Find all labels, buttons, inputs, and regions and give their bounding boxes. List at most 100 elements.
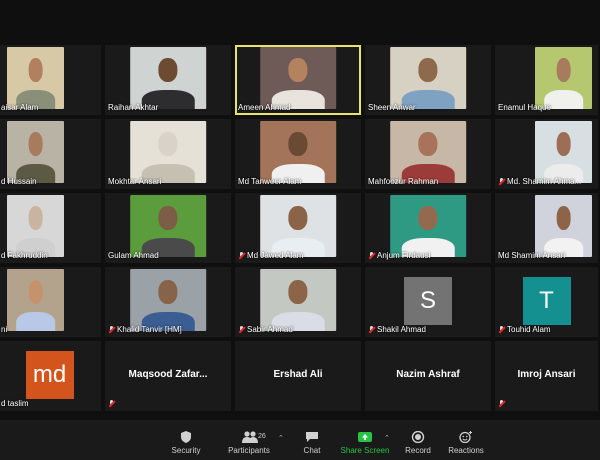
participant-tile[interactable]: Ershad Ali bbox=[235, 341, 361, 411]
participant-name-label: d Hussain bbox=[1, 177, 37, 186]
participant-name-label: Khalid Tanvir [HM] bbox=[108, 325, 182, 334]
participant-head bbox=[158, 280, 178, 304]
participant-video bbox=[390, 121, 466, 183]
participant-name: d Hussain bbox=[1, 177, 37, 186]
participant-name-label: ni bbox=[1, 325, 7, 334]
participant-name: Sabir Ahmad bbox=[247, 325, 293, 334]
participant-tile[interactable]: Gulam Ahmad bbox=[105, 193, 231, 263]
participant-name-label: Mahfoozur Rahman bbox=[368, 177, 438, 186]
participant-name: Touhid Alam bbox=[507, 325, 551, 334]
participant-name-label: Md. Shamim Ahma... bbox=[498, 177, 581, 186]
participant-tile[interactable]: Maqsood Zafar... bbox=[105, 341, 231, 411]
participant-video bbox=[7, 195, 64, 257]
participant-name: Enamul Haque bbox=[498, 103, 551, 112]
participant-name: Md Jawed Alam bbox=[247, 251, 304, 260]
participant-video bbox=[535, 47, 592, 109]
participant-tile[interactable]: Enamul Haque bbox=[495, 45, 598, 115]
participant-tile[interactable]: d Fakhruddin bbox=[0, 193, 101, 263]
participant-name: aisar Alam bbox=[1, 103, 39, 112]
participant-tile[interactable]: d Hussain bbox=[0, 119, 101, 189]
participant-tile[interactable]: Khalid Tanvir [HM] bbox=[105, 267, 231, 337]
participant-head bbox=[288, 132, 308, 156]
reactions-label: Reactions bbox=[448, 446, 484, 455]
microphone-muted-icon bbox=[238, 251, 245, 260]
participant-tile[interactable]: Md Shamim Ansari bbox=[495, 193, 598, 263]
participant-avatar: md bbox=[25, 351, 74, 399]
participant-name-label: Sabir Ahmad bbox=[238, 325, 293, 334]
participant-name-label bbox=[108, 400, 115, 408]
participant-tile[interactable]: ni bbox=[0, 267, 101, 337]
participant-tile[interactable]: Sheen Anwar bbox=[365, 45, 491, 115]
participant-video bbox=[390, 47, 466, 109]
participant-name: d Fakhruddin bbox=[1, 251, 48, 260]
security-button[interactable]: Security bbox=[151, 431, 221, 455]
participant-head bbox=[158, 58, 178, 82]
microphone-muted-icon bbox=[368, 251, 375, 260]
video-gallery: aisar Alam Raihan Akhtar Ameen Ahmad Sheen … bbox=[0, 45, 598, 415]
participant-name-label: Shakil Ahmad bbox=[368, 325, 426, 334]
participant-tile[interactable]: Nazim Ashraf bbox=[365, 341, 491, 411]
participant-center-name: Imroj Ansari bbox=[517, 369, 576, 380]
participant-name-label: Raihan Akhtar bbox=[108, 103, 158, 112]
participant-tile[interactable]: Mahfoozur Rahman bbox=[365, 119, 491, 189]
participant-video bbox=[535, 195, 592, 257]
participant-tile[interactable]: md d taslim bbox=[0, 341, 101, 411]
reactions-icon bbox=[459, 431, 473, 444]
participant-video bbox=[130, 269, 206, 331]
participants-label: Participants bbox=[228, 446, 270, 455]
participant-name: Md Shamim Ansari bbox=[498, 251, 566, 260]
microphone-muted-icon bbox=[498, 400, 505, 408]
record-icon bbox=[411, 430, 425, 444]
participant-center-name: Ershad Ali bbox=[273, 369, 323, 380]
participant-video bbox=[535, 121, 592, 183]
participant-name: Khalid Tanvir [HM] bbox=[117, 325, 182, 334]
participant-name-label: Anjum Firdausi bbox=[368, 251, 430, 260]
participant-tile[interactable]: Mokhtar Ansari bbox=[105, 119, 231, 189]
participant-head bbox=[418, 132, 438, 156]
reactions-button[interactable]: Reactions bbox=[431, 431, 501, 455]
participant-video bbox=[7, 269, 64, 331]
participant-tile[interactable]: T Touhid Alam bbox=[495, 267, 598, 337]
microphone-muted-icon bbox=[498, 177, 505, 186]
participant-name: Sheen Anwar bbox=[368, 103, 416, 112]
participants-icon bbox=[242, 431, 258, 443]
participant-name-label bbox=[498, 400, 505, 408]
participant-center-name: Maqsood Zafar... bbox=[128, 369, 208, 380]
participant-tile[interactable]: Md Jawed Alam bbox=[235, 193, 361, 263]
participant-tile[interactable]: Anjum Firdausi bbox=[365, 193, 491, 263]
microphone-muted-icon bbox=[368, 325, 375, 334]
participant-head bbox=[556, 206, 572, 230]
participant-tile[interactable]: Ameen Ahmad bbox=[235, 45, 361, 115]
participant-head bbox=[28, 206, 43, 230]
participant-video bbox=[130, 47, 206, 109]
participant-tile[interactable]: Sabir Ahmad bbox=[235, 267, 361, 337]
participant-name: Ameen Ahmad bbox=[238, 103, 291, 112]
participant-tile[interactable]: aisar Alam bbox=[0, 45, 101, 115]
participants-button[interactable]: Participants bbox=[214, 431, 284, 455]
participant-head bbox=[288, 280, 308, 304]
participant-name-label: Md Tanweer Alam bbox=[238, 177, 301, 186]
participant-head bbox=[28, 58, 43, 82]
participant-tile[interactable]: Md Tanweer Alam bbox=[235, 119, 361, 189]
microphone-muted-icon bbox=[108, 325, 115, 334]
participant-name-label: Gulam Ahmad bbox=[108, 251, 159, 260]
participant-video bbox=[7, 121, 64, 183]
participant-name-label: Md Jawed Alam bbox=[238, 251, 303, 260]
participant-tile[interactable]: S Shakil Ahmad bbox=[365, 267, 491, 337]
participant-tile[interactable]: Raihan Akhtar bbox=[105, 45, 231, 115]
participant-name-label: Mokhtar Ansari bbox=[108, 177, 161, 186]
participant-video bbox=[260, 121, 336, 183]
participant-name-label: Sheen Anwar bbox=[368, 103, 416, 112]
participant-video bbox=[130, 195, 206, 257]
participant-name: Mahfoozur Rahman bbox=[368, 177, 439, 186]
participant-name-label: Ameen Ahmad bbox=[238, 103, 290, 112]
participant-tile[interactable]: Md. Shamim Ahma... bbox=[495, 119, 598, 189]
participant-tile[interactable]: Imroj Ansari bbox=[495, 341, 598, 411]
participant-body bbox=[15, 312, 56, 331]
participant-head bbox=[418, 206, 438, 230]
participant-name-label: d Fakhruddin bbox=[1, 251, 48, 260]
participant-video bbox=[260, 269, 336, 331]
participant-name: Mokhtar Ansari bbox=[108, 177, 162, 186]
participant-name: ni bbox=[1, 325, 8, 334]
participant-name: Anjum Firdausi bbox=[377, 251, 431, 260]
